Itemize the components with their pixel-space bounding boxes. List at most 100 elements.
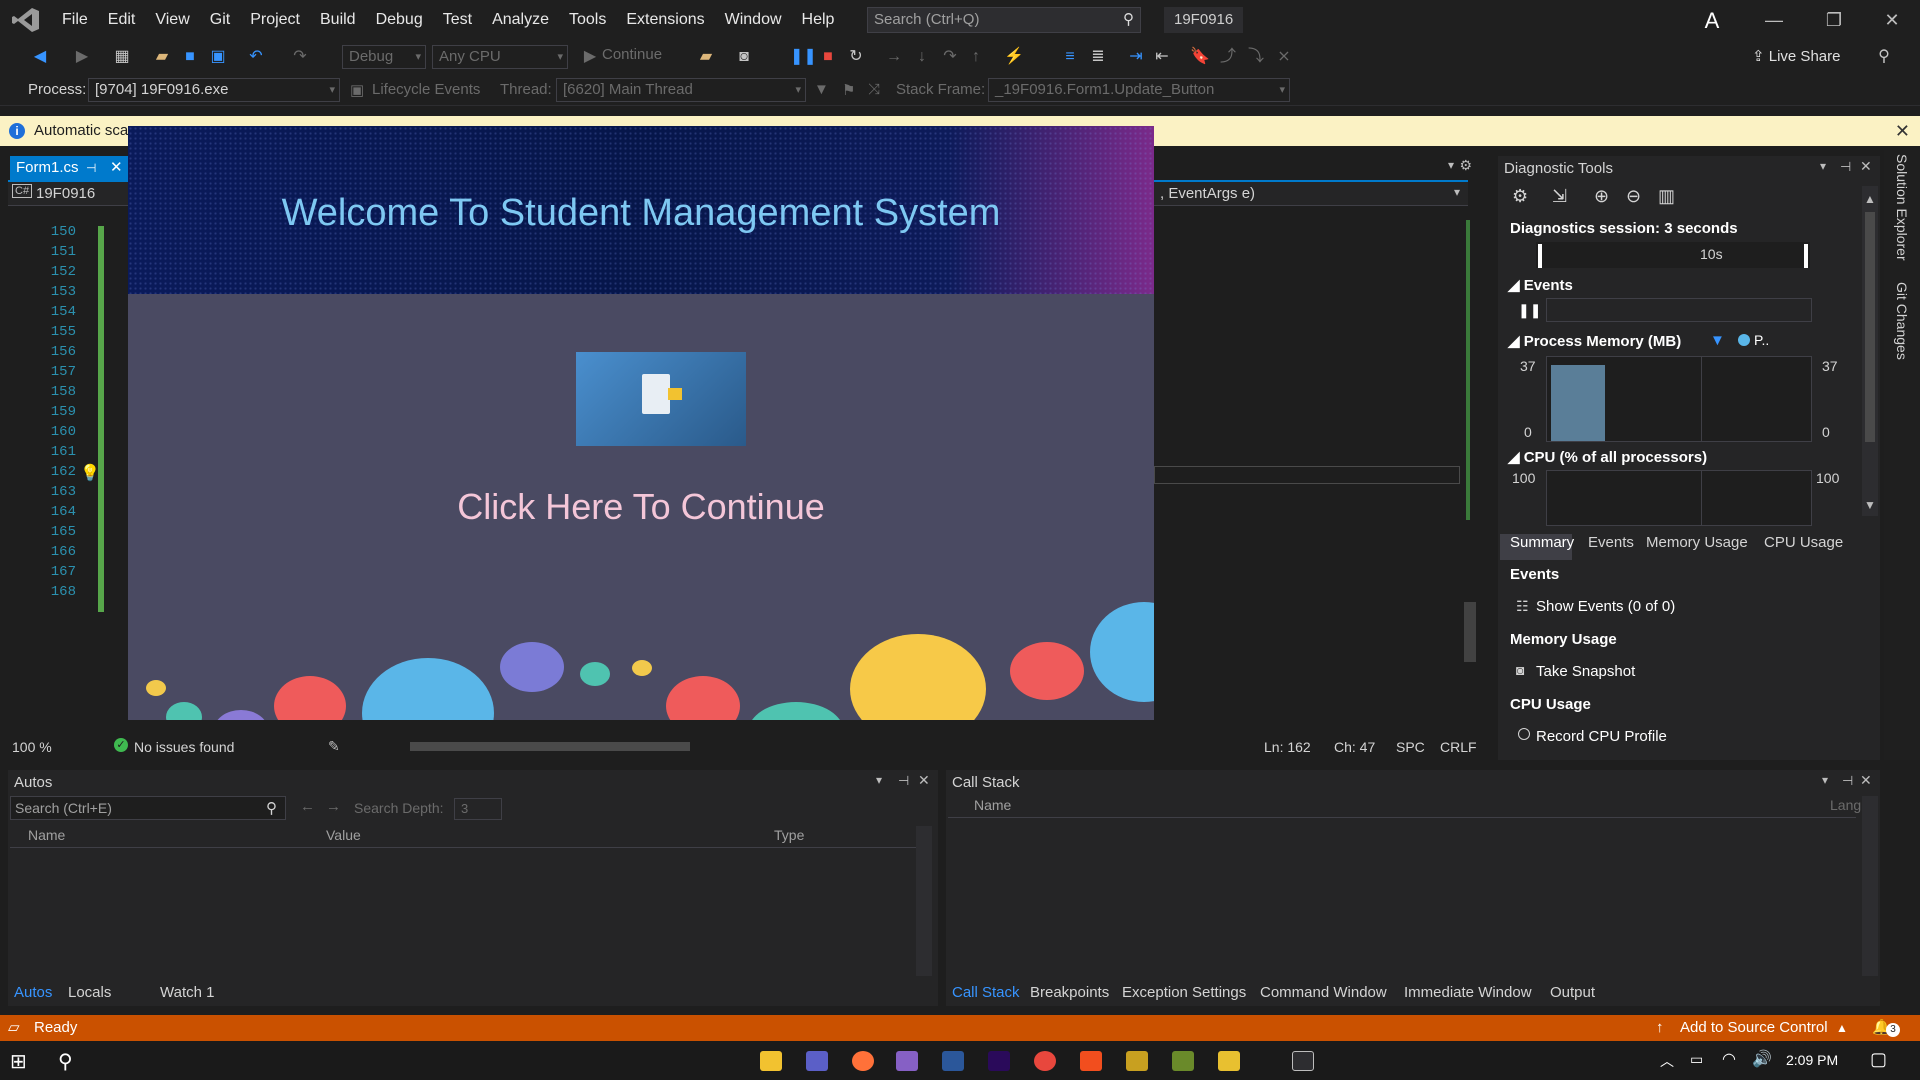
continue-link[interactable]: Click Here To Continue [128,486,1154,528]
autos-search-icon[interactable]: ⚲ [266,799,277,817]
tab-list-dropdown-icon[interactable]: ▾ [1448,158,1454,172]
visual-studio-taskbar-icon[interactable] [896,1051,918,1071]
tab-exception-settings[interactable]: Exception Settings [1122,984,1246,1001]
minimize-icon[interactable]: — [1756,6,1792,34]
menu-file[interactable]: File [52,0,98,40]
tab-breakpoints[interactable]: Breakpoints [1030,984,1109,1001]
battery-icon[interactable]: ▭ [1690,1051,1703,1068]
chart-select-icon[interactable]: ▥ [1658,186,1675,207]
scroll-up-icon[interactable]: ▲ [1864,192,1876,206]
search-depth-dropdown[interactable]: 3 [454,798,502,820]
search-back-icon[interactable]: ← [300,798,315,815]
record-cpu-profile-button[interactable]: Record CPU Profile [1536,728,1667,745]
undo-icon[interactable]: ↶ [246,47,266,67]
menu-view[interactable]: View [145,0,199,40]
autos-search-input[interactable]: Search (Ctrl+E) ⚲ [10,796,286,820]
figma-icon[interactable] [1080,1051,1102,1071]
events-header[interactable]: ◢ Events [1508,276,1573,294]
tab-cpu-usage[interactable]: CPU Usage [1764,534,1843,551]
column-name[interactable]: Name [974,797,1011,813]
continue-icon[interactable]: ▶ [580,47,600,67]
save-icon[interactable]: ■ [180,47,200,67]
tray-chevron-icon[interactable]: ︿ [1660,1051,1674,1071]
redo-icon[interactable]: ↷ [290,47,310,67]
timeline-ruler[interactable]: 10s [1536,242,1810,268]
editor-vertical-scrollbar[interactable] [1462,210,1478,730]
menu-test[interactable]: Test [433,0,482,40]
windows-start-icon[interactable]: ⊞ [10,1049,27,1074]
autos-pin-icon[interactable]: ⊣ [898,773,909,789]
zoom-in-icon[interactable]: ⊕ [1594,186,1609,207]
git-changes-tab[interactable]: Git Changes [1894,282,1910,360]
step-out-icon[interactable]: ↑ [966,47,986,67]
menu-analyze[interactable]: Analyze [482,0,559,40]
column-language[interactable]: Lang [1830,797,1861,813]
step-over-icon[interactable]: ↷ [940,47,960,67]
stop-icon[interactable]: ■ [818,47,838,67]
next-bookmark-icon[interactable]: ⤵ [1246,47,1266,67]
firefox-icon[interactable] [852,1051,874,1071]
export-icon[interactable]: ⇲ [1552,186,1567,207]
lightbulb-icon[interactable]: 💡 [80,463,100,483]
menu-git[interactable]: Git [200,0,240,40]
indent-icon[interactable]: ⇥ [1126,47,1146,67]
tab-call-stack[interactable]: Call Stack [952,984,1020,1001]
diag-scrollbar[interactable]: ▲ ▼ [1862,186,1878,516]
close-infobar-icon[interactable]: ✕ [1895,116,1910,146]
tab-autos[interactable]: Autos [14,984,52,1001]
tab-output[interactable]: Output [1550,984,1595,1001]
save-all-icon[interactable]: ▣ [208,47,228,67]
tab-form1-cs[interactable]: Form1.cs ⊣ ✕ [10,156,128,180]
panel-menu-icon[interactable]: ▾ [1820,159,1826,173]
memory-header[interactable]: ◢ Process Memory (MB) [1508,332,1681,350]
callstack-close-icon[interactable]: ✕ [1860,772,1872,789]
restore-icon[interactable]: ❐ [1816,6,1852,34]
process-dropdown[interactable]: [9704] 19F0916.exe [88,78,340,102]
stack-frame-dropdown[interactable]: _19F0916.Form1.Update_Button [988,78,1290,102]
menu-extensions[interactable]: Extensions [616,0,714,40]
app-icon-green[interactable] [1172,1051,1194,1071]
project-dropdown[interactable]: 19F0916 [36,185,95,202]
editor-settings-icon[interactable]: ⚙ [1459,157,1472,174]
show-events-link[interactable]: Show Events (0 of 0) [1536,598,1675,615]
menu-edit[interactable]: Edit [98,0,146,40]
screenshot-icon[interactable]: ◙ [734,47,754,67]
new-project-icon[interactable]: ▦ [112,47,132,67]
tab-memory-usage[interactable]: Memory Usage [1646,534,1748,551]
autos-close-icon[interactable]: ✕ [918,772,930,789]
menu-help[interactable]: Help [792,0,845,40]
clear-bookmarks-icon[interactable]: ⨯ [1274,47,1294,67]
menu-build[interactable]: Build [310,0,366,40]
comment-icon[interactable]: ≡ [1060,47,1080,67]
app-icon-yellow[interactable] [1126,1051,1148,1071]
callstack-scrollbar[interactable] [1862,796,1878,976]
tab-events[interactable]: Events [1588,534,1634,551]
app-icon-window[interactable] [1292,1051,1314,1071]
bookmark-icon[interactable]: 🔖 [1190,47,1210,67]
solution-explorer-tab[interactable]: Solution Explorer [1894,154,1910,261]
timeline-end-handle[interactable] [1804,244,1808,268]
folder-icon[interactable]: ▰ [696,47,716,67]
callstack-menu-icon[interactable]: ▾ [1822,773,1828,787]
column-type[interactable]: Type [774,827,804,843]
open-file-icon[interactable]: ▰ [152,47,172,67]
search-input[interactable]: Search (Ctrl+Q) ⚲ [867,7,1141,33]
taskbar-search-icon[interactable]: ⚲ [58,1049,73,1074]
uncomment-icon[interactable]: ≣ [1088,47,1108,67]
stack-frame-icon[interactable]: ⤨ [868,81,880,98]
lifecycle-events-icon[interactable]: ▣ [350,81,364,99]
autos-menu-icon[interactable]: ▾ [876,773,882,787]
callstack-pin-icon[interactable]: ⊣ [1842,773,1853,789]
show-next-statement-icon[interactable]: → [884,47,904,67]
thread-dropdown[interactable]: [6620] Main Thread [556,78,806,102]
pause-icon[interactable]: ❚❚ [790,47,817,67]
wifi-icon[interactable]: ◠ [1722,1049,1736,1069]
diag-scroll-thumb[interactable] [1865,212,1875,442]
account-avatar[interactable]: A [1699,8,1725,34]
horizontal-scrollbar[interactable] [410,742,690,751]
menu-window[interactable]: Window [715,0,792,40]
zoom-dropdown[interactable]: 100 % [12,739,52,755]
word-icon[interactable] [942,1051,964,1071]
hot-reload-icon[interactable]: ⚡ [1004,47,1024,67]
app-icon-forms[interactable] [1218,1051,1240,1071]
